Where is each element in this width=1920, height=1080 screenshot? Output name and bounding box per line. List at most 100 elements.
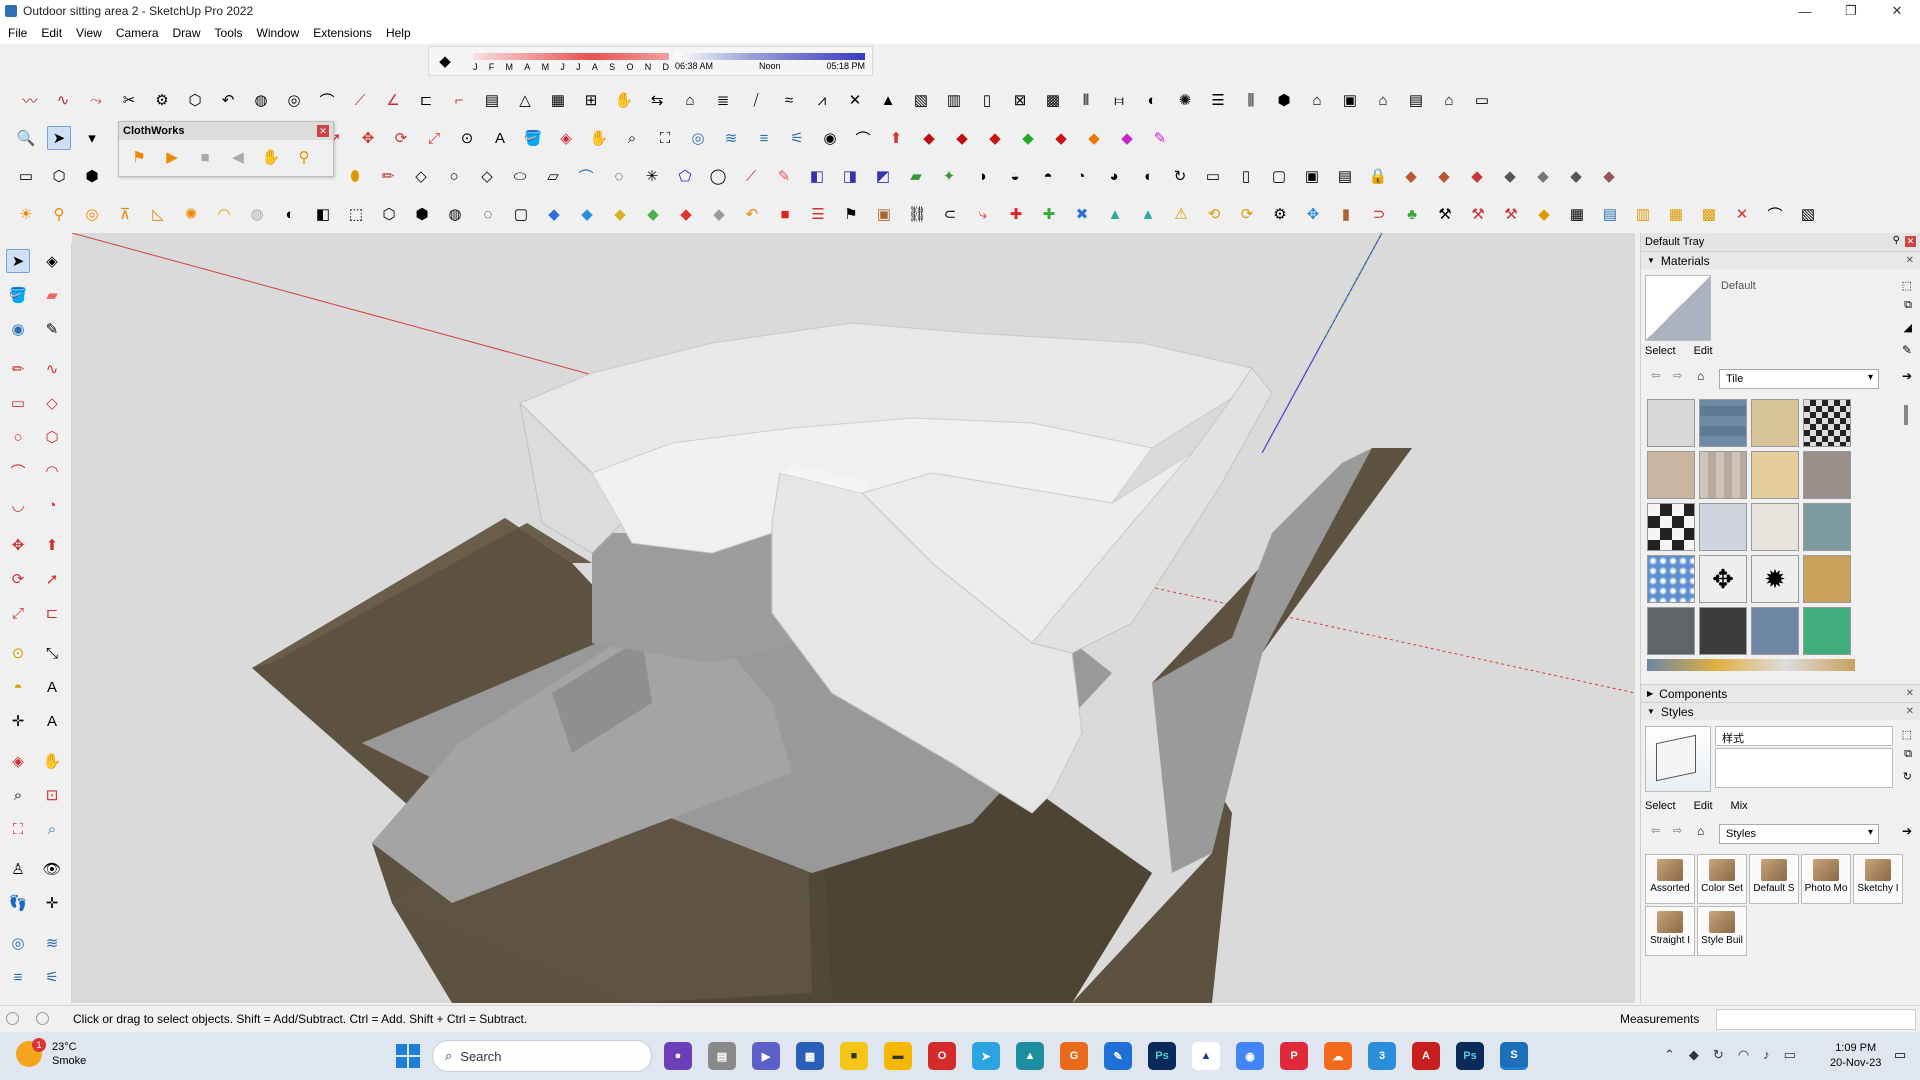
orbit-tool-icon[interactable]: ◈ <box>6 749 30 773</box>
view-dropdown-icon[interactable]: ◉ <box>818 126 842 150</box>
section-plane-icon[interactable]: ✛ <box>40 891 64 915</box>
geo-location-icon[interactable] <box>6 1012 19 1025</box>
section-3-icon[interactable]: ◩ <box>871 164 895 188</box>
rotate-icon[interactable]: ⟳ <box>389 126 413 150</box>
task-view-icon[interactable]: ▤ <box>708 1042 736 1070</box>
menu-view[interactable]: View <box>76 26 102 40</box>
home-icon[interactable]: ⌂ <box>1697 824 1704 838</box>
zoom-search-icon[interactable]: 🔍 <box>14 126 38 150</box>
back-arrow-icon[interactable]: ⇦ <box>1651 369 1660 382</box>
grammarly-icon[interactable]: G <box>1060 1042 1088 1070</box>
walk-icon[interactable]: 👣 <box>6 891 30 915</box>
terrain-1-icon[interactable]: ▰ <box>904 164 928 188</box>
measure-red-icon[interactable]: ⟋ <box>739 164 763 188</box>
chevron-up-icon[interactable]: ⌃ <box>1664 1047 1675 1063</box>
taskbar-search[interactable]: ⌕ Search <box>432 1040 652 1072</box>
solid-5-icon[interactable]: ◕ <box>1102 164 1126 188</box>
pinterest-icon[interactable]: P <box>1280 1042 1308 1070</box>
clothworks-title[interactable]: ClothWorks <box>119 122 333 140</box>
scale-tool-icon[interactable]: ⤢ <box>6 601 30 625</box>
shape-6-icon[interactable]: ⌒ <box>574 164 598 188</box>
details-icon[interactable]: ➔ <box>1902 369 1912 383</box>
move-x-icon[interactable]: ◆ <box>983 126 1007 150</box>
text-tool-icon[interactable]: A <box>40 675 64 699</box>
move-orange-icon[interactable]: ◆ <box>1082 126 1106 150</box>
sphere-light-icon[interactable]: ◍ <box>245 202 269 226</box>
eraser-pencil-icon[interactable]: ✏ <box>376 164 400 188</box>
material-swatch[interactable] <box>1751 451 1799 499</box>
pan-hand-icon[interactable]: ✋ <box>587 126 611 150</box>
edit-7-icon[interactable]: ▥ <box>1631 202 1655 226</box>
time-slider[interactable] <box>675 53 865 60</box>
roof-icon[interactable]: ▲ <box>876 88 900 112</box>
forward-arrow-icon[interactable]: ⇨ <box>1673 824 1682 837</box>
dropdown-arrow-icon[interactable]: ▾ <box>80 126 104 150</box>
arc-3-icon[interactable]: ◡ <box>6 493 30 517</box>
shadow-toggle-icon[interactable]: ◆ <box>433 49 457 73</box>
material-swatch[interactable]: ✹ <box>1751 555 1799 603</box>
style-folder[interactable]: Sketchy I <box>1853 854 1903 904</box>
edit-2-icon[interactable]: ⚒ <box>1466 202 1490 226</box>
shape-9-icon[interactable]: ⬠ <box>673 164 697 188</box>
hook-3-icon[interactable]: ⟳ <box>1235 202 1259 226</box>
solid-4-icon[interactable]: ◔ <box>1069 164 1093 188</box>
sphere-icon[interactable]: ◍ <box>249 88 273 112</box>
bend-icon[interactable]: ↶ <box>216 88 240 112</box>
offset-icon[interactable]: ⊏ <box>414 88 438 112</box>
material-swatch[interactable] <box>1647 607 1695 655</box>
move-red-icon[interactable]: ◆ <box>917 126 941 150</box>
soften-icon[interactable]: ⬮ <box>343 164 367 188</box>
home-icon[interactable]: ⌂ <box>1697 369 1704 383</box>
green-plus-icon[interactable]: ✚ <box>1037 202 1061 226</box>
layers-left-icon[interactable]: ◎ <box>6 931 30 955</box>
solid-6-icon[interactable]: ◖ <box>1135 164 1159 188</box>
terrain-2-icon[interactable]: ✦ <box>937 164 961 188</box>
teams-icon[interactable]: ▶ <box>752 1042 780 1070</box>
truss-icon[interactable]: ⊠ <box>1008 88 1032 112</box>
material-3-icon[interactable]: ◆ <box>1465 164 1489 188</box>
soundcloud-icon[interactable]: ☁ <box>1324 1042 1352 1070</box>
loft-icon[interactable]: ⌒ <box>315 88 339 112</box>
globe-icon[interactable]: ◎ <box>282 88 306 112</box>
select-icon[interactable]: ➤ <box>6 249 30 273</box>
shape-4-icon[interactable]: ⬭ <box>508 164 532 188</box>
edit-8-icon[interactable]: ▦ <box>1664 202 1688 226</box>
drape-icon[interactable]: ☰ <box>1206 88 1230 112</box>
axes-tool-icon[interactable]: ✛ <box>6 709 30 733</box>
bezier-curve-icon[interactable]: 〰 <box>18 88 42 112</box>
shape-7-icon[interactable]: ◌ <box>607 164 631 188</box>
eraser-icon[interactable]: ▰ <box>40 283 64 307</box>
spline-icon[interactable]: ∿ <box>51 88 75 112</box>
ribs-icon[interactable]: ⫴ <box>1074 88 1098 112</box>
solid-2-icon[interactable]: ◒ <box>1003 164 1027 188</box>
3d-text-icon[interactable]: A <box>40 709 64 733</box>
shape-3-icon[interactable]: ◇ <box>475 164 499 188</box>
dome-light-icon[interactable]: ◠ <box>212 202 236 226</box>
dotted-curve-icon[interactable]: ⤷ <box>971 202 995 226</box>
style-description[interactable] <box>1715 748 1893 788</box>
material-swatch[interactable] <box>1699 607 1747 655</box>
components-header[interactable]: ▶ Components ✕ <box>1641 684 1920 702</box>
orbit-icon[interactable]: ◈ <box>554 126 578 150</box>
shape-5-icon[interactable]: ▱ <box>541 164 565 188</box>
style-folder[interactable]: Straight I <box>1645 906 1695 956</box>
materials-close-icon[interactable]: ✕ <box>1906 255 1914 266</box>
group-icon[interactable]: ⬢ <box>80 164 104 188</box>
hidden-line-icon[interactable]: ⬡ <box>377 202 401 226</box>
blue-tile-2-icon[interactable]: ◆ <box>575 202 599 226</box>
previous-view-icon[interactable]: ⌕ <box>40 817 64 841</box>
paint-bucket-icon[interactable]: 🪣 <box>521 126 545 150</box>
fan-icon[interactable]: ✺ <box>1173 88 1197 112</box>
wand-icon[interactable]: ✎ <box>1148 126 1172 150</box>
rotate-tool-icon[interactable]: ⟳ <box>6 567 30 591</box>
material-swatch[interactable] <box>1803 555 1851 603</box>
zoom-extents-icon[interactable]: ⛶ <box>653 126 677 150</box>
outliner-icon[interactable]: ≋ <box>719 126 743 150</box>
fold-icon[interactable]: ⌂ <box>678 88 702 112</box>
pan-tool-icon[interactable]: ✋ <box>40 749 64 773</box>
material-swatch[interactable] <box>1699 503 1747 551</box>
material-4-icon[interactable]: ◆ <box>1498 164 1522 188</box>
blue-tile-1-icon[interactable]: ◆ <box>542 202 566 226</box>
sun-icon[interactable]: ☀ <box>14 202 38 226</box>
mesh-icon[interactable]: ▩ <box>1041 88 1065 112</box>
